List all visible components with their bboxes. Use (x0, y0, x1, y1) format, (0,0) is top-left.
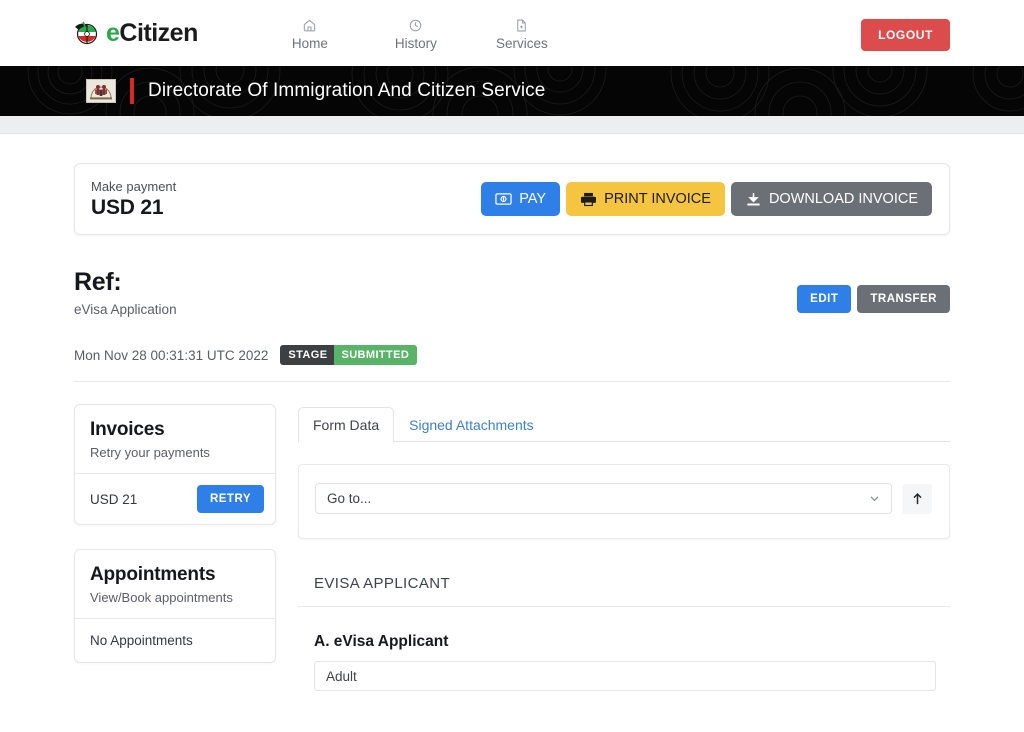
invoices-card-subtitle: Retry your payments (90, 445, 210, 460)
reference-header-row: Ref: eVisa Application EDIT TRANSFER (74, 268, 950, 317)
appointments-card-header: Appointments View/Book appointments (75, 550, 275, 618)
download-invoice-button[interactable]: DOWNLOAD INVOICE (730, 182, 932, 216)
status-badge: STAGE SUBMITTED (280, 345, 418, 365)
payment-amount: USD 21 (91, 195, 164, 219)
status-badge-key: STAGE (280, 345, 335, 365)
invoices-card-header: Invoices Retry your payments (75, 405, 275, 473)
logout-button[interactable]: LOGOUT (861, 19, 950, 51)
goto-select[interactable]: Go to... (315, 483, 892, 514)
sidebar-column: Invoices Retry your payments USD 21 RETR… (74, 404, 276, 663)
content-columns: Invoices Retry your payments USD 21 RETR… (74, 404, 950, 691)
chevron-down-icon (868, 492, 881, 505)
appointments-empty-row: No Appointments (75, 618, 275, 662)
goto-panel: Go to... (298, 464, 950, 539)
nav-item-services[interactable]: Services (494, 17, 550, 51)
top-navigation-bar: eCitizen Home History Services LOGOUT (0, 0, 1024, 66)
banner-title: Directorate Of Immigration And Citizen S… (148, 80, 546, 101)
application-meta-row: Mon Nov 28 00:31:31 UTC 2022 STAGE SUBMI… (74, 345, 950, 382)
invoice-row: USD 21 RETRY (75, 473, 275, 524)
form-field-block: A. eVisa Applicant Adult (298, 633, 950, 691)
print-invoice-button-label: PRINT INVOICE (604, 191, 711, 207)
invoices-card: Invoices Retry your payments USD 21 RETR… (74, 404, 276, 525)
brand-wordmark: eCitizen (106, 18, 198, 47)
page-title: Ref: (74, 268, 122, 296)
page-content: Make payment USD 21 PAY PRINT INVOICE DO… (0, 163, 1024, 691)
retry-payment-button[interactable]: RETRY (196, 485, 264, 513)
download-invoice-button-label: DOWNLOAD INVOICE (768, 191, 918, 207)
banner-accent-bar (130, 78, 134, 104)
goto-select-value: Go to... (327, 491, 372, 506)
tab-signed-attachments[interactable]: Signed Attachments (394, 407, 549, 442)
clock-icon (408, 17, 423, 33)
pay-button-label: PAY (519, 191, 547, 207)
content-tabs: Form Data Signed Attachments (298, 404, 950, 442)
edit-button[interactable]: EDIT (797, 285, 852, 313)
brand-rest: Citizen (119, 18, 198, 47)
applicant-type-input[interactable]: Adult (314, 661, 936, 691)
home-icon (302, 17, 317, 33)
download-icon (745, 192, 762, 207)
no-appointments-text: No Appointments (90, 633, 193, 648)
form-section-title: EVISA APPLICANT (298, 575, 950, 607)
reference-actions: EDIT TRANSFER (797, 285, 950, 313)
money-bill-icon (495, 192, 512, 206)
main-column: Form Data Signed Attachments Go to... EV… (298, 404, 950, 691)
printer-icon (580, 192, 597, 207)
appointments-card-title: Appointments (90, 564, 216, 585)
ecitizen-emblem-icon (72, 18, 102, 48)
nav-item-history-label: History (394, 36, 437, 51)
appointments-card: Appointments View/Book appointments No A… (74, 549, 276, 663)
reference-info: Ref: eVisa Application (74, 268, 177, 317)
document-plus-icon (514, 17, 529, 33)
nav-item-history[interactable]: History (388, 17, 444, 51)
nav-item-home-label: Home (291, 36, 328, 51)
appointments-card-subtitle: View/Book appointments (90, 590, 233, 605)
form-field-label: A. eVisa Applicant (314, 633, 449, 650)
invoice-amount: USD 21 (90, 491, 138, 507)
banner-underline-strip (0, 116, 1024, 134)
nav-item-services-label: Services (495, 36, 548, 51)
arrow-up-icon (911, 492, 924, 506)
print-invoice-button[interactable]: PRINT INVOICE (566, 182, 725, 216)
department-banner: Directorate Of Immigration And Citizen S… (0, 66, 1024, 116)
payment-actions: PAY PRINT INVOICE DOWNLOAD INVOICE (481, 182, 932, 216)
tab-form-data[interactable]: Form Data (298, 407, 395, 442)
transfer-button[interactable]: TRANSFER (857, 285, 950, 313)
make-payment-card: Make payment USD 21 PAY PRINT INVOICE DO… (74, 163, 950, 235)
make-payment-label: Make payment (91, 178, 177, 194)
coat-of-arms-icon (86, 79, 116, 103)
payment-summary: Make payment USD 21 (91, 179, 176, 220)
application-type-label: eVisa Application (74, 302, 177, 317)
submission-timestamp: Mon Nov 28 00:31:31 UTC 2022 (74, 347, 269, 363)
pay-button[interactable]: PAY (481, 182, 561, 216)
brand-prefix: e (106, 18, 120, 47)
brand-logo[interactable]: eCitizen (72, 18, 198, 48)
scroll-to-top-button[interactable] (902, 483, 932, 514)
status-badge-value: SUBMITTED (334, 345, 418, 365)
primary-nav-links: Home History Services (282, 17, 550, 51)
invoices-card-title: Invoices (90, 419, 165, 440)
nav-item-home[interactable]: Home (282, 17, 338, 51)
